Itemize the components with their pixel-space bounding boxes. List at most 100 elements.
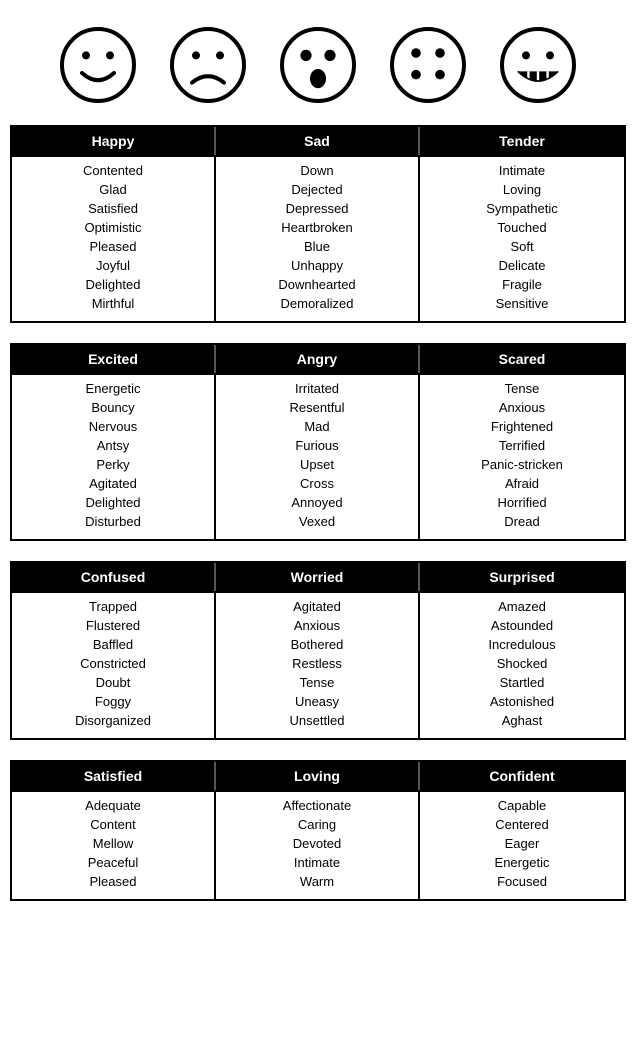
emotion-item: Constricted — [20, 654, 206, 673]
section-2-col-0: TrappedFlusteredBaffledConstrictedDoubtF… — [12, 593, 216, 738]
section-2-col-1-header: Worried — [216, 563, 420, 591]
section-2-col-1: AgitatedAnxiousBotheredRestlessTenseUnea… — [216, 593, 420, 738]
emotion-item: Intimate — [428, 161, 616, 180]
emotion-item: Agitated — [20, 474, 206, 493]
section-2-columns: TrappedFlusteredBaffledConstrictedDoubtF… — [12, 593, 624, 738]
emotion-item: Delighted — [20, 493, 206, 512]
surprised-emoji — [278, 25, 358, 105]
emotion-item: Pleased — [20, 872, 206, 891]
emotion-item: Energetic — [20, 379, 206, 398]
section-3-col-0: AdequateContentMellowPeacefulPleased — [12, 792, 216, 899]
emotion-item: Irritated — [224, 379, 410, 398]
emotion-item: Pleased — [20, 237, 206, 256]
section-3-col-0-header: Satisfied — [12, 762, 216, 790]
sad-emoji — [168, 25, 248, 105]
section-3-col-1-header: Loving — [216, 762, 420, 790]
emotion-item: Resentful — [224, 398, 410, 417]
confused-emoji — [388, 25, 468, 105]
section-3-headers: SatisfiedLovingConfident — [12, 762, 624, 792]
emotion-item: Sympathetic — [428, 199, 616, 218]
emotion-item: Frightened — [428, 417, 616, 436]
emotion-item: Baffled — [20, 635, 206, 654]
emotion-item: Astounded — [428, 616, 616, 635]
emotion-item: Tense — [224, 673, 410, 692]
section-1-col-1: IrritatedResentfulMadFuriousUpsetCrossAn… — [216, 375, 420, 539]
section-1-col-2: TenseAnxiousFrightenedTerrifiedPanic-str… — [420, 375, 624, 539]
emotion-item: Agitated — [224, 597, 410, 616]
emotion-item: Antsy — [20, 436, 206, 455]
emotion-item: Capable — [428, 796, 616, 815]
section-2-col-0-header: Confused — [12, 563, 216, 591]
emotion-item: Affectionate — [224, 796, 410, 815]
emotion-item: Incredulous — [428, 635, 616, 654]
emotion-item: Panic-stricken — [428, 455, 616, 474]
section-3-columns: AdequateContentMellowPeacefulPleasedAffe… — [12, 792, 624, 899]
emotion-section-3: SatisfiedLovingConfidentAdequateContentM… — [10, 760, 626, 901]
emotion-item: Demoralized — [224, 294, 410, 313]
emotion-item: Heartbroken — [224, 218, 410, 237]
emotion-item: Foggy — [20, 692, 206, 711]
emotion-item: Nervous — [20, 417, 206, 436]
emotion-item: Depressed — [224, 199, 410, 218]
emotion-item: Down — [224, 161, 410, 180]
emotion-item: Warm — [224, 872, 410, 891]
section-0-col-2: IntimateLovingSympatheticTouchedSoftDeli… — [420, 157, 624, 321]
emotion-item: Upset — [224, 455, 410, 474]
emotion-section-0: HappySadTenderContentedGladSatisfiedOpti… — [10, 125, 626, 323]
emotion-item: Delicate — [428, 256, 616, 275]
emotion-item: Furious — [224, 436, 410, 455]
emotion-item: Disturbed — [20, 512, 206, 531]
emotion-item: Amazed — [428, 597, 616, 616]
emoji-header-row — [10, 10, 626, 125]
emotion-item: Sensitive — [428, 294, 616, 313]
section-3-col-1: AffectionateCaringDevotedIntimateWarm — [216, 792, 420, 899]
sections-container: HappySadTenderContentedGladSatisfiedOpti… — [10, 125, 626, 901]
emotion-item: Horrified — [428, 493, 616, 512]
section-3-col-2: CapableCenteredEagerEnergeticFocused — [420, 792, 624, 899]
emotion-item: Dread — [428, 512, 616, 531]
section-1-col-1-header: Angry — [216, 345, 420, 373]
section-2-col-2: AmazedAstoundedIncredulousShockedStartle… — [420, 593, 624, 738]
emotion-section-2: ConfusedWorriedSurprised TrappedFlustered… — [10, 561, 626, 740]
section-3-col-2-header: Confident — [420, 762, 624, 790]
section-1-headers: ExcitedAngryScared — [12, 345, 624, 375]
emotion-item: Bouncy — [20, 398, 206, 417]
emotion-item: Eager — [428, 834, 616, 853]
section-0-col-1-header: Sad — [216, 127, 420, 155]
emotion-item: Content — [20, 815, 206, 834]
emotion-item: Dejected — [224, 180, 410, 199]
emotion-item: Trapped — [20, 597, 206, 616]
emotion-item: Perky — [20, 455, 206, 474]
grinning-emoji — [498, 25, 578, 105]
emotion-item: Centered — [428, 815, 616, 834]
emotion-item: Afraid — [428, 474, 616, 493]
emotion-item: Satisfied — [20, 199, 206, 218]
emotion-item: Unhappy — [224, 256, 410, 275]
section-1-col-0-header: Excited — [12, 345, 216, 373]
emotion-item: Disorganized — [20, 711, 206, 730]
emotion-item: Contented — [20, 161, 206, 180]
emotion-item: Focused — [428, 872, 616, 891]
emotion-item: Restless — [224, 654, 410, 673]
section-0-col-1: DownDejectedDepressedHeartbrokenBlueUnha… — [216, 157, 420, 321]
section-1-col-0: EnergeticBouncyNervousAntsyPerkyAgitated… — [12, 375, 216, 539]
emotion-item: Touched — [428, 218, 616, 237]
section-1-columns: EnergeticBouncyNervousAntsyPerkyAgitated… — [12, 375, 624, 539]
emotion-item: Joyful — [20, 256, 206, 275]
emotion-item: Aghast — [428, 711, 616, 730]
emotion-item: Energetic — [428, 853, 616, 872]
emotion-item: Intimate — [224, 853, 410, 872]
section-0-col-0-header: Happy — [12, 127, 216, 155]
emotion-item: Mad — [224, 417, 410, 436]
emotion-item: Startled — [428, 673, 616, 692]
emotion-item: Bothered — [224, 635, 410, 654]
emotion-item: Delighted — [20, 275, 206, 294]
section-0-headers: HappySadTender — [12, 127, 624, 157]
emotion-item: Anxious — [224, 616, 410, 635]
emotion-item: Adequate — [20, 796, 206, 815]
emotion-item: Glad — [20, 180, 206, 199]
section-2-col-2-header: Surprised — [420, 563, 624, 591]
emotion-item: Doubt — [20, 673, 206, 692]
emotion-item: Caring — [224, 815, 410, 834]
emotion-item: Cross — [224, 474, 410, 493]
